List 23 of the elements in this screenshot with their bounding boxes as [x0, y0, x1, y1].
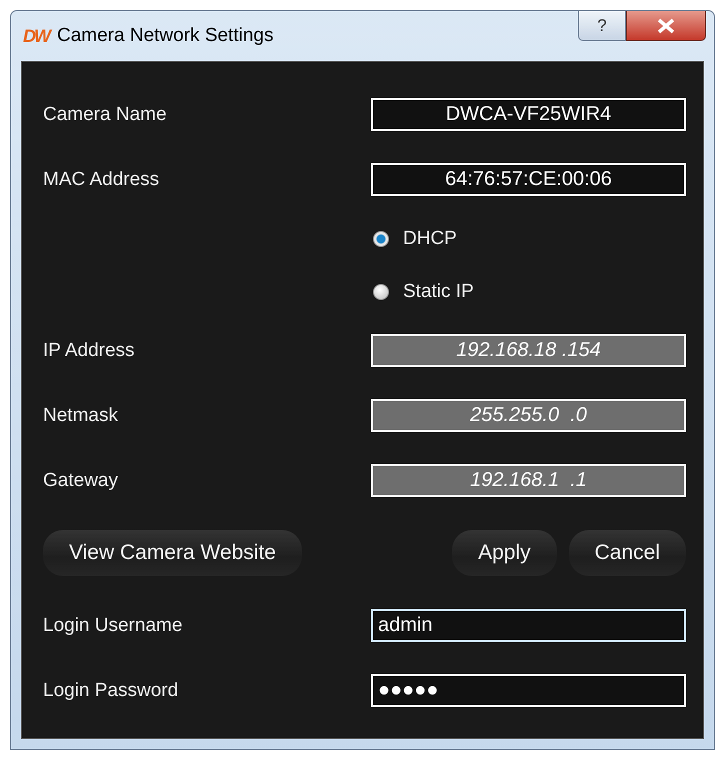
field-label: Netmask: [43, 404, 118, 426]
field-label: IP Address: [43, 340, 135, 362]
window-title: Camera Network Settings: [57, 25, 274, 47]
close-icon: [656, 18, 676, 34]
input-field[interactable]: ●●●●●: [371, 674, 686, 707]
cancel-button[interactable]: Cancel: [568, 530, 686, 576]
input-field[interactable]: DWCA-VF25WIR4: [371, 98, 686, 131]
view-website-button[interactable]: View Camera Website: [43, 530, 302, 576]
input-field[interactable]: 64:76:57:CE:00:06: [371, 163, 686, 196]
field-label: Login Username: [43, 614, 182, 636]
field-label: Gateway: [43, 470, 118, 492]
apply-button[interactable]: Apply: [452, 530, 557, 576]
radio-label: DHCP: [403, 228, 457, 250]
field-label: Camera Name: [43, 104, 167, 126]
radio-button[interactable]: [373, 230, 389, 246]
input-field[interactable]: admin: [371, 609, 686, 642]
field-label: Login Password: [43, 680, 178, 702]
field-label: MAC Address: [43, 168, 160, 190]
help-button[interactable]: ?: [578, 11, 626, 41]
close-button[interactable]: [626, 11, 706, 41]
radio-label: Static IP: [403, 280, 474, 302]
radio-button[interactable]: [373, 284, 389, 300]
app-logo: DW: [23, 26, 49, 46]
